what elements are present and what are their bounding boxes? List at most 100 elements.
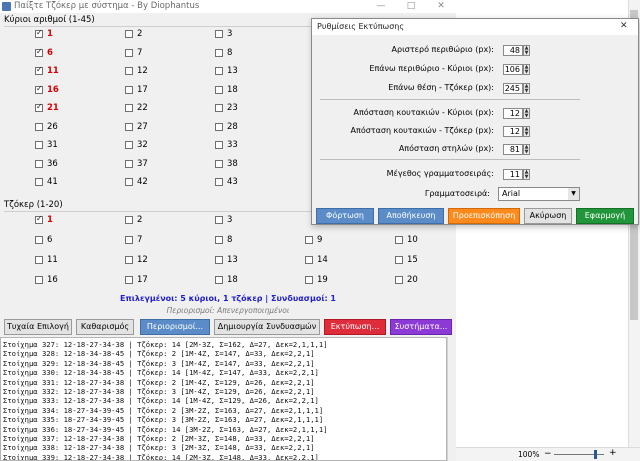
number-label: 2 [137,29,143,39]
setting-spinner[interactable]: 12 [503,126,523,137]
checkbox-icon[interactable] [215,67,223,75]
number-label: 22 [137,103,148,113]
spinner-arrows-icon[interactable]: ▲ ▼ [523,64,530,75]
app-icon [2,2,11,11]
checkbox-icon[interactable] [215,236,223,244]
checkbox-icon[interactable] [125,256,133,264]
checkbox-icon[interactable] [125,104,133,112]
spinner-arrows-icon[interactable]: ▲ ▼ [523,169,530,180]
preview-button[interactable]: Προεπισκόπηση [448,208,520,224]
spinner-arrows-icon[interactable]: ▲ ▼ [523,126,530,137]
checkbox-icon[interactable] [125,30,133,38]
setting-label: Απόσταση κουτακιών - Τζόκερ (px): [350,126,494,135]
checkbox-icon[interactable] [125,48,133,57]
checkbox-icon[interactable] [125,85,133,94]
checkbox-icon[interactable] [125,159,133,168]
checkbox-icon[interactable] [125,67,133,75]
number-label: 27 [137,121,148,132]
number-label: 14 [317,255,328,265]
chevron-down-icon[interactable]: ▼ [568,188,579,200]
number-label: 18 [227,275,238,285]
checkbox-icon[interactable] [35,276,43,284]
spinner-arrows-icon[interactable]: ▲ ▼ [523,144,530,155]
load-button[interactable]: Φόρτωση [316,208,374,224]
cancel-button[interactable]: Ακύρωση [524,208,572,224]
random-pick-button[interactable]: Τυχαία Επιλογή [4,319,72,335]
restrictions-status: Περιορισμοί: Απενεργοποιημένοι [166,306,290,315]
systems-button[interactable]: Συστήματα... [390,319,452,335]
number-label: 31 [47,140,58,150]
print-button[interactable]: Εκτύπωση... [324,319,386,335]
apply-button[interactable]: Εφαρμογή [576,208,634,224]
checkbox-checked-icon[interactable] [35,65,43,75]
checkbox-icon[interactable] [125,141,133,149]
zoom-in-icon[interactable]: + [609,448,617,458]
checkbox-icon[interactable] [215,178,223,186]
checkbox-icon[interactable] [305,256,313,264]
setting-spinner[interactable]: 12 [503,108,523,119]
checkbox-icon[interactable] [215,30,223,38]
zoom-out-icon[interactable]: − [544,449,552,459]
create-combinations-button[interactable]: Δημιουργία Συνδυασμών [214,319,320,335]
checkbox-icon[interactable] [35,141,43,149]
checkbox-icon[interactable] [395,256,403,264]
clear-button[interactable]: Καθαρισμός [76,319,134,335]
setting-spinner[interactable]: 245 [503,83,523,94]
dialog-close-icon[interactable]: ✕ [620,21,628,31]
spinner-arrows-icon[interactable]: ▲ ▼ [523,45,530,56]
log-scrollbar[interactable] [447,337,456,461]
joker-numbers-title: Τζόκερ (1-20) [4,200,63,210]
checkbox-icon[interactable] [215,48,223,57]
checkbox-icon[interactable] [125,236,133,244]
checkbox-checked-icon[interactable] [35,47,43,57]
restrictions-button[interactable]: Περιορισμοί... [140,319,210,335]
checkbox-icon[interactable] [305,276,313,284]
setting-spinner[interactable]: 81 [503,144,523,155]
number-label: 19 [317,275,328,285]
checkbox-icon[interactable] [215,104,223,112]
checkbox-checked-icon[interactable] [35,214,43,224]
checkbox-icon[interactable] [215,122,223,131]
setting-label: Αριστερό περιθώριο (px): [391,45,494,54]
number-label: 6 [47,47,53,58]
number-label: 8 [227,235,233,245]
checkbox-icon[interactable] [215,141,223,149]
number-label: 42 [137,177,148,187]
checkbox-icon[interactable] [35,256,43,264]
minimize-icon[interactable]: — [366,0,396,13]
checkbox-icon[interactable] [35,236,43,244]
checkbox-icon[interactable] [395,236,403,244]
results-log[interactable]: Στοίχημα 327: 12-18-27-34-38 | Τζόκερ: 1… [0,337,447,461]
close-icon[interactable]: ✕ [426,0,456,13]
checkbox-icon[interactable] [35,178,43,186]
dialog-separator [320,99,580,100]
spinner-arrows-icon[interactable]: ▲ ▼ [523,108,530,119]
log-line: Στοίχημα 336: 18-27-34-39-45 | Τζόκερ: 1… [3,424,328,434]
checkbox-checked-icon[interactable] [35,84,43,94]
checkbox-icon[interactable] [215,159,223,168]
checkbox-icon[interactable] [215,256,223,264]
checkbox-icon[interactable] [305,236,313,244]
log-line: Στοίχημα 331: 12-18-27-34-38 | Τζόκερ: 2… [3,377,315,387]
checkbox-icon[interactable] [395,276,403,284]
number-label: 9 [317,235,323,245]
checkbox-icon[interactable] [215,276,223,284]
checkbox-icon[interactable] [125,276,133,284]
checkbox-checked-icon[interactable] [35,28,43,38]
checkbox-icon[interactable] [215,216,223,224]
checkbox-icon[interactable] [125,122,133,131]
checkbox-checked-icon[interactable] [35,102,43,112]
checkbox-icon[interactable] [125,216,133,224]
checkbox-icon[interactable] [215,85,223,94]
zoom-slider-thumb[interactable] [594,450,597,459]
setting-spinner[interactable]: 48 [503,45,523,56]
checkbox-icon[interactable] [125,178,133,186]
spinner-arrows-icon[interactable]: ▲ ▼ [523,83,530,94]
number-label: 20 [407,275,418,285]
checkbox-icon[interactable] [35,122,43,131]
maximize-icon[interactable]: □ [396,0,426,13]
checkbox-icon[interactable] [35,159,43,168]
save-button[interactable]: Αποθήκευση [378,208,444,224]
setting-spinner[interactable]: 106 [503,64,523,75]
setting-spinner[interactable]: 11 [503,169,523,180]
